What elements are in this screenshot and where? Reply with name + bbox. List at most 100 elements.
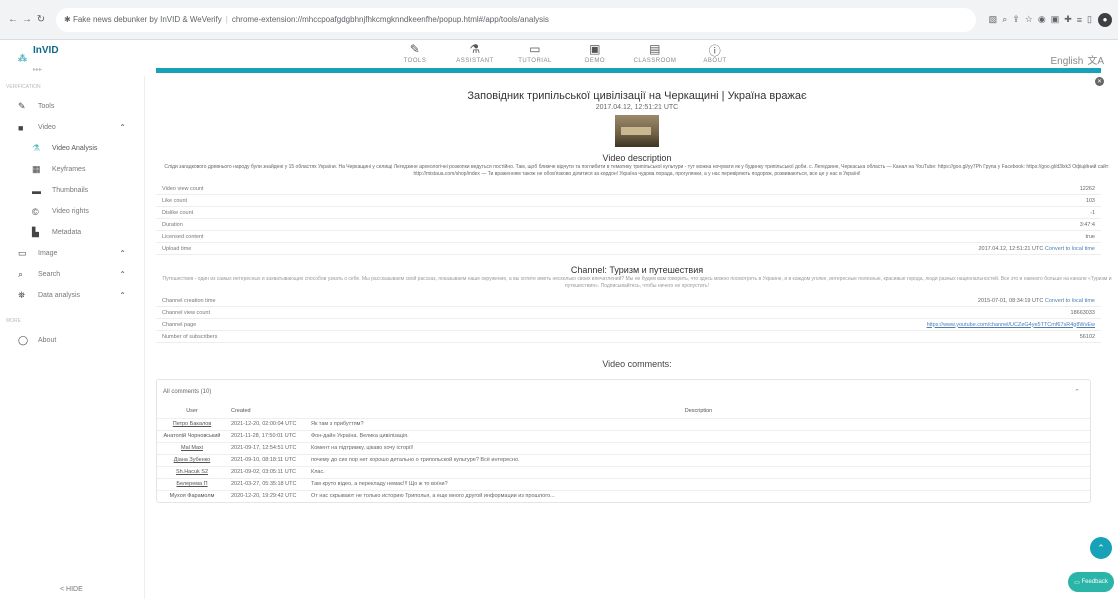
sidebar-item-image[interactable]: ▭ Image ⌃ [0, 243, 144, 264]
reading-list-icon[interactable]: ≡ [1077, 15, 1082, 25]
chevron-up-icon: ⌃ [1074, 389, 1080, 396]
info-row: Licensed content true [156, 231, 1101, 243]
chevron-up-icon: ⌃ [1097, 542, 1105, 553]
column-header-created: Created [231, 407, 251, 414]
table-row: Мухоя Фарамолм 2020-12-20, 19:29:42 UTC От… [157, 489, 1090, 502]
tab-classroom[interactable]: ▤ CLASSROOM [625, 42, 685, 64]
main-content: ✕ Заповідник трипільської цивілізації на… [156, 68, 1118, 599]
chevron-up-icon: ⌃ [119, 291, 126, 300]
logo-icon: ⁂ [18, 52, 27, 63]
zoom-icon[interactable]: ⌕ [1002, 14, 1007, 25]
table-row: Діана Зубенко 2021-09-10, 08:18:11 UTC поч… [157, 453, 1090, 466]
translate-icon[interactable]: ▧ [989, 14, 998, 25]
assistant-icon: ⚗ [469, 42, 481, 56]
column-header-user: User [186, 407, 198, 414]
table-row: Mal Maxi 2021-09-17, 12:54:51 UTC Комент н… [157, 441, 1090, 454]
table-row: Анатолій Чорновський 2021-11-28, 17:50:01… [157, 429, 1090, 442]
app-logo[interactable]: ⁂ InVID ▸▸▸ [0, 40, 150, 76]
info-row: Channel creation time 2015-07-01, 08:34:1… [156, 295, 1101, 307]
thumbnails-icon: ▬ [32, 185, 41, 196]
comment-user-link[interactable]: Мухоя Фарамолм [157, 489, 227, 502]
sidebar-item-thumbnails[interactable]: ▬ Thumbnails [0, 180, 144, 201]
sidebar-item-video[interactable]: ■ Video ⌃ [0, 117, 144, 138]
close-icon[interactable]: ✕ [1095, 77, 1104, 86]
classroom-icon: ▤ [649, 42, 661, 56]
chevron-up-icon: ⌃ [119, 249, 126, 258]
sidebar-item-video-analysis[interactable]: ⚗ Video Analysis [0, 138, 144, 159]
channel-description: Путешествия - один из самых интересных и… [162, 276, 1112, 289]
video-title: Заповідник трипільської цивілізації на Ч… [467, 90, 807, 102]
channel-title: Channel: Туризм и путешествия [570, 265, 704, 275]
back-icon[interactable]: ← [6, 14, 20, 25]
demo-icon: ▣ [589, 42, 601, 56]
tools-icon: ✎ [18, 101, 26, 111]
info-row: Number of subscribers 56102 [156, 331, 1101, 343]
table-row: Sh.Hacuk S2 2021-09-02, 03:05:11 UTC Клас. [157, 465, 1090, 478]
tab-tools[interactable]: ✎ TOOLS [385, 42, 445, 64]
logo-subtext: ▸▸▸ [33, 67, 43, 73]
tab-assistant[interactable]: ⚗ ASSISTANT [445, 42, 505, 64]
image-icon: ▭ [18, 248, 27, 258]
comment-user-link[interactable]: Sh.Hacuk S2 [157, 465, 227, 478]
video-description-text: Сліди загадкового древнього народу були … [164, 164, 1110, 177]
sidebar-item-metadata[interactable]: ▙ Metadata [0, 222, 144, 243]
tools-icon: ✎ [409, 42, 421, 56]
about-icon: ⓘ [708, 44, 722, 58]
chat-icon: ▭ [1074, 579, 1082, 586]
convert-time-link[interactable]: Convert to local time [1045, 298, 1095, 304]
bookmark-star-icon[interactable]: ☆ [1025, 14, 1033, 25]
info-icon: ◯ [18, 335, 29, 345]
comment-user-link[interactable]: Петро Бакалов [157, 417, 227, 430]
reload-icon[interactable]: ↻ [34, 14, 48, 25]
scroll-top-button[interactable]: ⌃ [1090, 537, 1112, 559]
channel-page-link[interactable]: https://www.youtube.com/channel/UCZeG4ye… [927, 322, 1095, 328]
comment-user-link[interactable]: Белерема П [157, 477, 227, 490]
extension-icon-2[interactable]: ▣ [1051, 14, 1060, 25]
sidebar-item-tools[interactable]: ✎ Tools [0, 96, 144, 117]
sidebar-item-video-rights[interactable]: © Video rights [0, 201, 144, 222]
profile-avatar[interactable]: ● [1098, 12, 1112, 27]
progress-bar [156, 68, 1101, 73]
browser-toolbar: ← → ↻ ✱ Fake news debunker by InVID & We… [0, 0, 1118, 40]
logo-text: InVID [33, 45, 59, 56]
tab-tutorial[interactable]: ▭ TUTORIAL [505, 42, 565, 64]
table-row: Петро Бакалов 2021-12-20, 02:00:04 UTC Як … [157, 417, 1090, 430]
comments-title: Video comments: [602, 359, 672, 369]
tab-demo[interactable]: ▣ DEMO [565, 42, 625, 64]
table-row: Белерема П 2021-03-27, 05:35:18 UTC Там кр… [157, 477, 1090, 490]
lock-icon: ✱ [64, 15, 73, 24]
side-panel-icon[interactable]: ▯ [1087, 14, 1092, 25]
tab-about[interactable]: ⓘ ABOUT [685, 42, 745, 64]
analysis-icon: ⚗ [32, 143, 41, 153]
share-icon[interactable]: ⇪ [1012, 14, 1020, 25]
video-description-title: Video description [602, 153, 672, 163]
search-icon: ⌕ [18, 269, 24, 279]
sidebar: Verification ✎ Tools ■ Video ⌃ ⚗ Video Analy… [0, 76, 145, 599]
comments-table: User Created Description Петро Бакалов 20… [157, 404, 1090, 502]
channel-info-table: Channel creation time 2015-07-01, 08:34:1… [156, 295, 1101, 343]
video-thumbnail[interactable] [615, 115, 659, 147]
sidebar-item-search[interactable]: ⌕ Search ⌃ [0, 264, 144, 285]
copyright-icon: © [32, 206, 39, 217]
extension-name: Fake news debunker by InVID & WeVerify [72, 15, 222, 24]
metadata-icon: ▙ [32, 227, 39, 237]
extension-icon[interactable]: ◉ [1038, 14, 1046, 25]
comments-accordion-header[interactable]: All comments (10) ⌃ [157, 380, 1090, 404]
comment-user-link[interactable]: Mal Maxi [157, 441, 227, 454]
puzzle-icon[interactable]: ✚ [1064, 14, 1072, 25]
sidebar-item-data-analysis[interactable]: ⛯ Data analysis ⌃ [0, 285, 144, 306]
language-selector[interactable]: English 文A [1047, 52, 1104, 67]
info-row: Duration 3:47:4 [156, 219, 1101, 231]
feedback-button[interactable]: ▭ Feedback [1068, 572, 1114, 592]
hide-sidebar-button[interactable]: < HIDE [60, 586, 83, 593]
chevron-up-icon: ⌃ [119, 123, 126, 132]
address-bar[interactable]: ✱ Fake news debunker by InVID & WeVerify… [56, 7, 976, 32]
forward-icon[interactable]: → [20, 14, 34, 25]
comment-user-link[interactable]: Діана Зубенко [157, 453, 227, 466]
chevron-up-icon: ⌃ [119, 270, 126, 279]
comment-user-link[interactable]: Анатолій Чорновський [157, 429, 227, 442]
sidebar-item-keyframes[interactable]: ▦ Keyframes [0, 159, 144, 180]
convert-time-link[interactable]: Convert to local time [1045, 246, 1095, 252]
sidebar-item-about[interactable]: ◯ About [0, 330, 144, 351]
top-nav: ✎ TOOLS ⚗ ASSISTANT ▭ TUTORIAL ▣ DEMO ▤ CLASS… [385, 42, 745, 64]
